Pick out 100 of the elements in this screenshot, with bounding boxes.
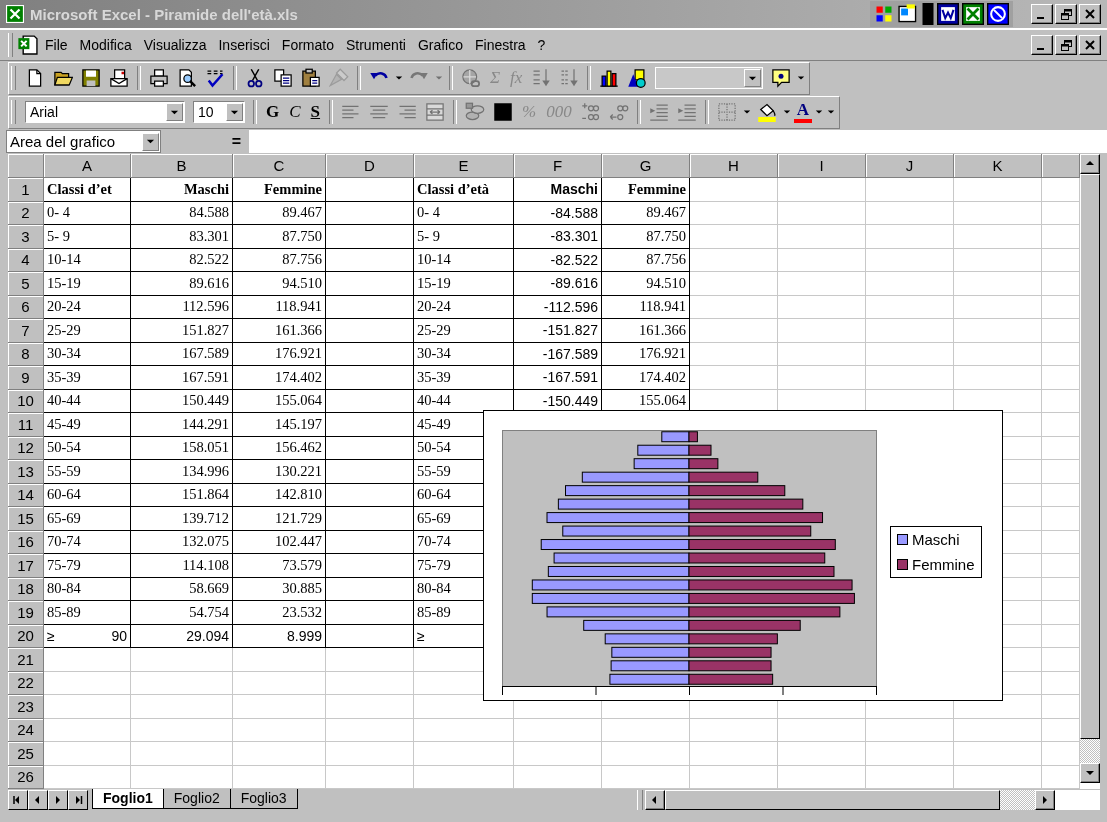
row-header[interactable]: 25: [8, 742, 44, 766]
bold-button[interactable]: G: [262, 102, 284, 122]
font-field[interactable]: Arial: [25, 101, 185, 123]
column-header[interactable]: B: [131, 154, 233, 178]
row-header[interactable]: 2: [8, 201, 44, 225]
row-header[interactable]: 24: [8, 718, 44, 742]
scroll-right-button[interactable]: [1035, 790, 1055, 810]
spreadsheet-icon[interactable]: [6, 5, 24, 23]
close-button[interactable]: [1079, 4, 1101, 24]
row-header[interactable]: 3: [8, 225, 44, 249]
dropdown-button[interactable]: [142, 132, 159, 151]
restore-button[interactable]: [1055, 35, 1077, 55]
menu-item[interactable]: File: [39, 35, 74, 55]
row-header[interactable]: 1: [8, 178, 44, 202]
menu-item[interactable]: Formato: [275, 35, 340, 55]
fill-bucket-icon[interactable]: [756, 102, 777, 122]
row-header[interactable]: 11: [8, 413, 44, 437]
dropdown-caret-icon[interactable]: [395, 74, 403, 82]
row-header[interactable]: 23: [8, 695, 44, 719]
select-all-corner[interactable]: [8, 154, 44, 178]
print-preview-icon[interactable]: [177, 68, 197, 88]
row-header[interactable]: 10: [8, 389, 44, 413]
scroll-up-button[interactable]: [1080, 154, 1100, 174]
formula-equals-button[interactable]: =: [161, 132, 249, 151]
row-header[interactable]: 12: [8, 436, 44, 460]
row-header[interactable]: 18: [8, 577, 44, 601]
font-size-field[interactable]: 10: [193, 101, 245, 123]
column-header[interactable]: A: [44, 154, 131, 178]
column-header[interactable]: [1042, 154, 1080, 178]
menu-item[interactable]: Inserisci: [212, 35, 276, 55]
row-header[interactable]: 22: [8, 671, 44, 695]
menu-item[interactable]: Strumenti: [339, 35, 412, 55]
menu-item[interactable]: Visualizza: [137, 35, 213, 55]
column-header[interactable]: F: [514, 154, 602, 178]
column-header[interactable]: I: [778, 154, 866, 178]
app-shortcut-icon[interactable]: [937, 3, 959, 25]
print-icon[interactable]: [149, 68, 169, 88]
font-color-button[interactable]: A: [793, 101, 812, 123]
scissors-icon[interactable]: [245, 68, 265, 88]
scrollbar-thumb[interactable]: [665, 790, 1000, 810]
row-header[interactable]: 16: [8, 530, 44, 554]
bar-chart-icon[interactable]: [599, 68, 620, 88]
app-shortcut-icon[interactable]: [962, 3, 984, 25]
minimize-button[interactable]: [1031, 35, 1053, 55]
column-header[interactable]: D: [326, 154, 414, 178]
minimize-button[interactable]: [1031, 4, 1053, 24]
square-icon[interactable]: [493, 102, 514, 122]
menu-item[interactable]: Finestra: [469, 35, 532, 55]
dropdown-caret-icon[interactable]: [742, 108, 751, 116]
underline-button[interactable]: S: [306, 102, 325, 122]
menu-item[interactable]: Modifica: [73, 35, 138, 55]
first-sheet-button[interactable]: [8, 790, 28, 810]
scroll-down-button[interactable]: [1080, 763, 1100, 783]
column-header[interactable]: G: [602, 154, 690, 178]
row-header[interactable]: 7: [8, 319, 44, 343]
dropdown-caret-icon[interactable]: [827, 108, 835, 116]
row-header[interactable]: 20: [8, 624, 44, 648]
horizontal-scrollbar[interactable]: [645, 790, 1100, 810]
spreadsheet-document-icon[interactable]: [17, 34, 39, 56]
column-header[interactable]: H: [690, 154, 778, 178]
app-shortcut-icon[interactable]: [874, 4, 894, 24]
menu-item[interactable]: Grafico: [411, 35, 469, 55]
restore-button[interactable]: [1055, 4, 1077, 24]
save-icon[interactable]: [81, 68, 101, 88]
dropdown-caret-icon[interactable]: [797, 74, 806, 82]
formula-field[interactable]: [249, 130, 1107, 153]
sheet-tab[interactable]: Foglio2: [162, 789, 231, 809]
app-shortcut-icon[interactable]: [987, 3, 1009, 25]
scroll-left-button[interactable]: [645, 790, 665, 810]
paste-icon[interactable]: [301, 68, 321, 88]
sheet-tab[interactable]: Foglio3: [229, 789, 298, 809]
drawing-shapes-icon[interactable]: [627, 68, 648, 88]
column-header[interactable]: E: [414, 154, 514, 178]
menu-item[interactable]: ?: [531, 35, 552, 55]
row-header[interactable]: 21: [8, 648, 44, 672]
row-header[interactable]: 13: [8, 460, 44, 484]
last-sheet-button[interactable]: [68, 790, 88, 810]
row-header[interactable]: 19: [8, 601, 44, 625]
next-sheet-button[interactable]: [48, 790, 68, 810]
italic-button[interactable]: C: [285, 102, 305, 122]
dropdown-button[interactable]: [226, 103, 243, 121]
row-header[interactable]: 9: [8, 366, 44, 390]
column-header[interactable]: J: [866, 154, 954, 178]
copy-icon[interactable]: [273, 68, 293, 88]
row-header[interactable]: 26: [8, 765, 44, 789]
row-header[interactable]: 6: [8, 295, 44, 319]
mail-icon[interactable]: [109, 68, 129, 88]
column-header[interactable]: C: [233, 154, 326, 178]
previous-sheet-button[interactable]: [28, 790, 48, 810]
row-header[interactable]: 14: [8, 483, 44, 507]
row-header[interactable]: 8: [8, 342, 44, 366]
app-shortcut-icon[interactable]: [897, 3, 919, 25]
dropdown-caret-icon[interactable]: [815, 108, 823, 116]
close-button[interactable]: [1079, 35, 1101, 55]
row-header[interactable]: 4: [8, 248, 44, 272]
row-header[interactable]: 17: [8, 554, 44, 578]
dropdown-caret-icon[interactable]: [782, 108, 791, 116]
help-icon[interactable]: [771, 68, 792, 88]
row-header[interactable]: 5: [8, 272, 44, 296]
chart-area[interactable]: Maschi Femmine: [483, 410, 1003, 701]
